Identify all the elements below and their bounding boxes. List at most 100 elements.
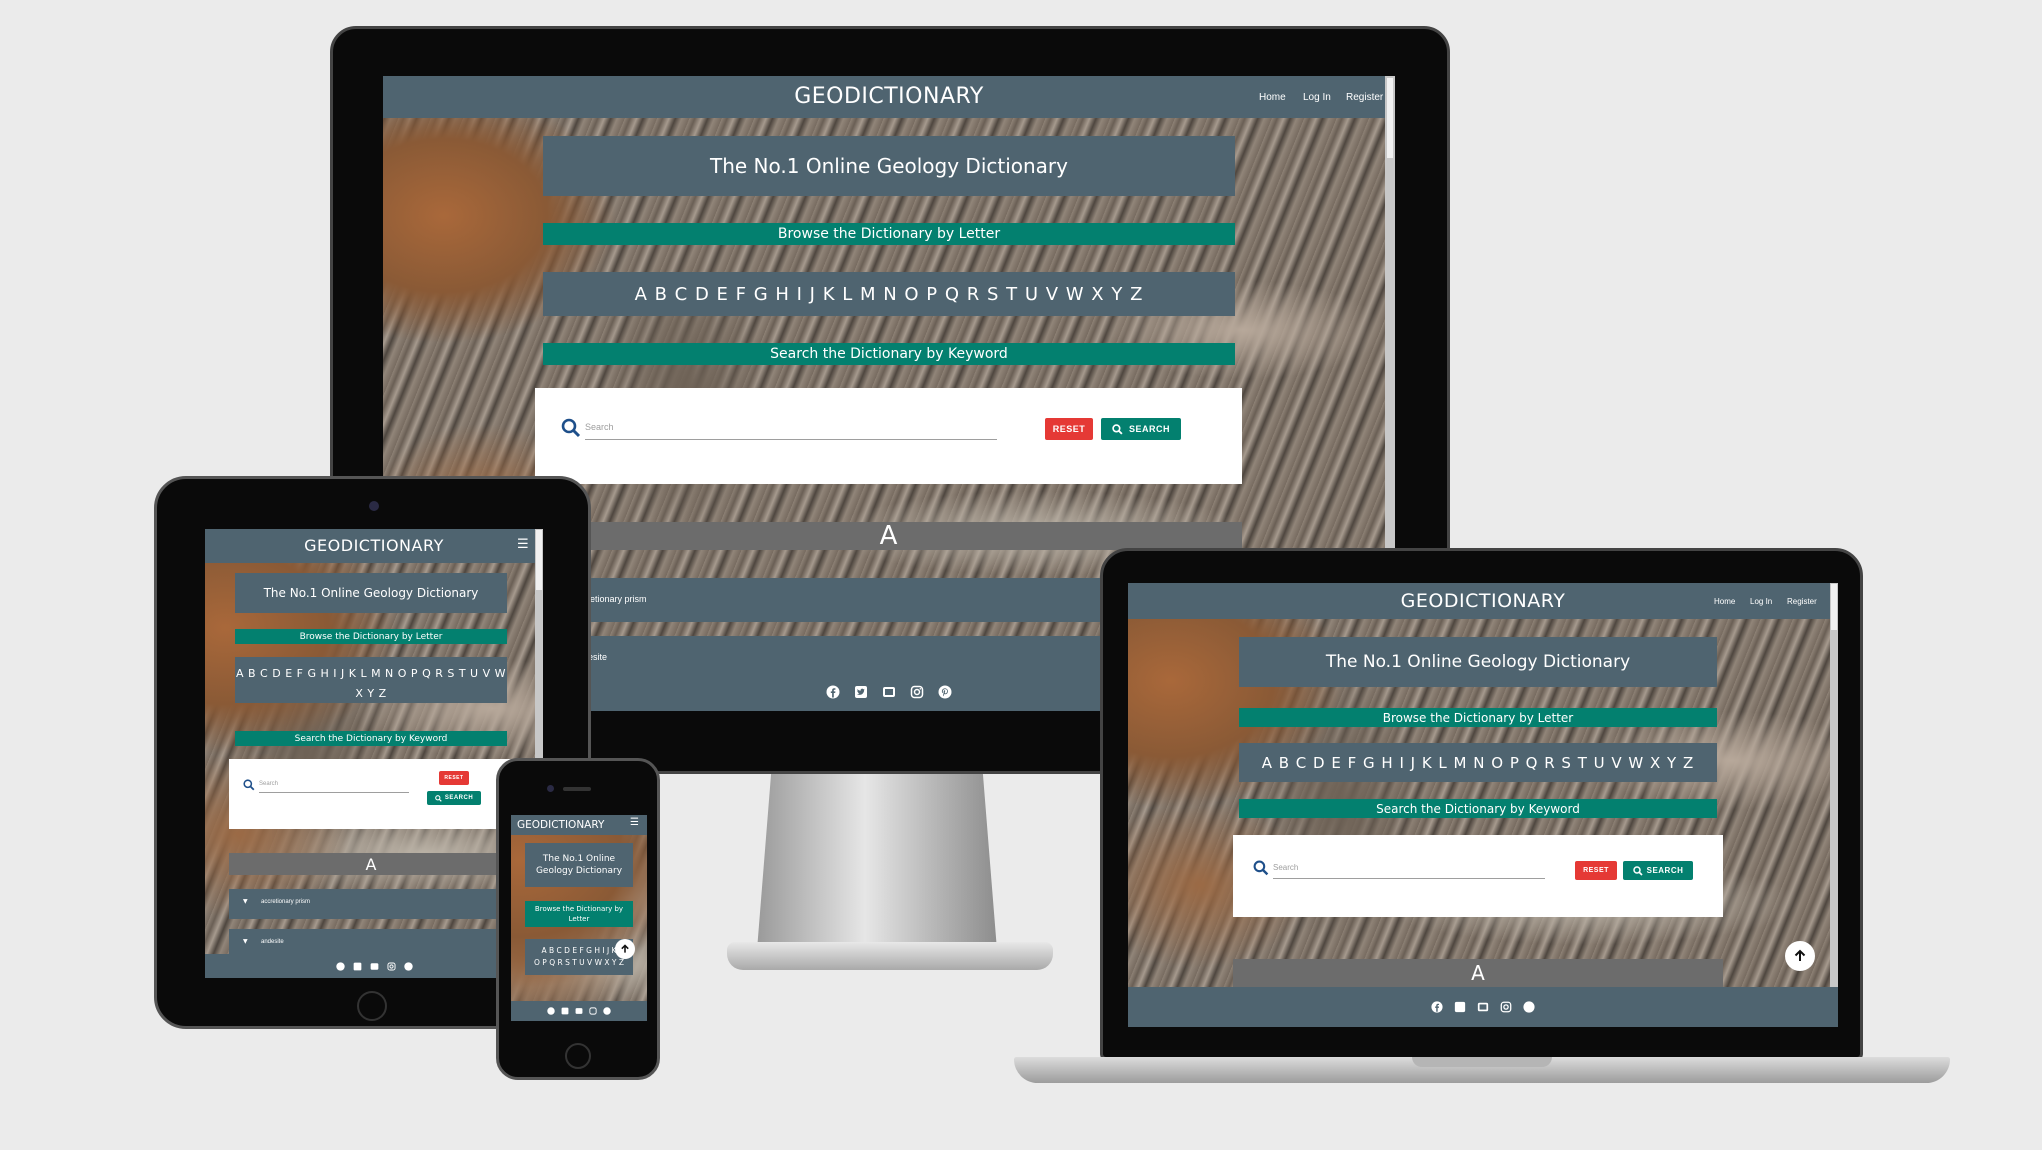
twitter-icon[interactable]: [854, 685, 868, 699]
arrow-up-icon: [1794, 949, 1806, 961]
search-icon: [561, 418, 581, 438]
back-to-top-button[interactable]: [615, 939, 635, 959]
letter-links[interactable]: A B C D E F G H I J K L M N O P Q R S T …: [1262, 754, 1695, 772]
section-letter-header: A: [535, 521, 1242, 551]
search-input[interactable]: Search: [1273, 863, 1545, 879]
hero-heading-panel: The No.1 Online Geology Dictionary: [1239, 637, 1717, 687]
section-letter-header: A: [1233, 959, 1723, 987]
pinterest-icon[interactable]: [603, 1007, 611, 1015]
social-footer: [205, 954, 543, 978]
scrollbar-thumb[interactable]: [536, 530, 542, 590]
instagram-icon[interactable]: [1500, 1001, 1512, 1013]
instagram-icon[interactable]: [386, 961, 396, 971]
reset-button[interactable]: RESET: [439, 771, 469, 785]
search-heading: Search the Dictionary by Keyword: [235, 731, 507, 746]
search-icon: [1632, 865, 1643, 876]
search-button[interactable]: SEARCH: [427, 791, 481, 805]
search-card: Search RESET SEARCH: [1233, 835, 1723, 917]
laptop-mockup: GEODICTIONARY Home Log In Register The N…: [1100, 548, 1863, 1060]
tablet-screen: GEODICTIONARY ☰ The No.1 Online Geology …: [205, 529, 543, 978]
facebook-icon[interactable]: [1431, 1001, 1443, 1013]
youtube-icon[interactable]: [1477, 1001, 1489, 1013]
laptop-screen: GEODICTIONARY Home Log In Register The N…: [1128, 583, 1838, 1027]
brand-logo[interactable]: GEODICTIONARY: [383, 84, 1395, 109]
scrollbar-thumb[interactable]: [1831, 584, 1837, 630]
twitter-icon[interactable]: [353, 962, 362, 971]
hero-heading-panel: The No.1 Online Geology Dictionary: [235, 573, 507, 613]
facebook-icon[interactable]: [547, 1007, 555, 1015]
facebook-icon[interactable]: [335, 961, 345, 971]
search-icon: [1253, 860, 1269, 876]
scrollbar-thumb[interactable]: [1387, 78, 1393, 158]
search-input[interactable]: Search: [259, 781, 409, 793]
search-icon: [435, 794, 442, 802]
term-label: andesite: [261, 939, 284, 945]
pinterest-icon[interactable]: [403, 961, 413, 971]
letter-links-panel: A B C D E F G H I J K L M N O P Q R S T …: [1239, 743, 1717, 782]
search-card: Search RESET SEARCH: [229, 759, 513, 829]
tablet-home-button[interactable]: [357, 991, 387, 1021]
back-to-top-button[interactable]: [1785, 941, 1815, 971]
browse-heading: Browse the Dictionary by Letter: [1239, 708, 1717, 727]
hero-heading-panel: The No.1 Online Geology Dictionary: [543, 136, 1235, 196]
term-row[interactable]: ▼ accretionary prism: [229, 889, 513, 919]
letter-links[interactable]: A B C D E F G H I J K L M N O P Q R S T …: [635, 284, 1144, 305]
monitor-stand-neck: [757, 770, 997, 950]
youtube-icon[interactable]: [370, 962, 379, 971]
twitter-icon[interactable]: [561, 1007, 569, 1015]
nav-register-link[interactable]: Register: [1787, 597, 1817, 606]
chevron-down-icon: ▼: [243, 898, 248, 905]
chevron-down-icon: ▼: [243, 938, 248, 945]
letter-links[interactable]: A B C D E F G H I J K L M N O P Q R S T …: [235, 664, 507, 684]
section-letter-header: A: [229, 853, 513, 875]
browse-heading: Browse the Dictionary by Letter: [543, 223, 1235, 245]
search-button[interactable]: SEARCH: [1101, 418, 1181, 440]
brand-logo[interactable]: GEODICTIONARY: [205, 536, 543, 555]
youtube-icon[interactable]: [882, 685, 896, 699]
twitter-icon[interactable]: [1454, 1001, 1466, 1013]
browse-heading: Browse the Dictionary by Letter: [525, 901, 633, 927]
nav-home-link[interactable]: Home: [1259, 92, 1286, 103]
laptop-base-notch: [1412, 1057, 1552, 1067]
letter-links[interactable]: X Y Z: [235, 684, 507, 704]
letter-links-panel: A B C D E F G H I J K L M N O P Q R S T …: [543, 272, 1235, 316]
brand-logo[interactable]: GEODICTIONARY: [517, 819, 604, 831]
hamburger-menu-icon[interactable]: ☰: [517, 537, 529, 552]
social-footer: [1128, 987, 1838, 1027]
search-input[interactable]: Search: [585, 422, 997, 440]
letter-links[interactable]: O P Q R S T U V W X Y Z: [525, 957, 633, 969]
nav-home-link[interactable]: Home: [1714, 597, 1735, 606]
hamburger-menu-icon[interactable]: ☰: [630, 817, 639, 828]
search-icon: [1112, 423, 1123, 435]
scrollbar[interactable]: [1830, 583, 1838, 1027]
pinterest-icon[interactable]: [1523, 1001, 1535, 1013]
reset-button[interactable]: RESET: [1575, 861, 1617, 880]
phone-speaker: [563, 787, 591, 791]
search-button[interactable]: SEARCH: [1623, 861, 1693, 880]
search-card: Search RESET SEARCH: [535, 388, 1242, 484]
hero-heading-panel: The No.1 Online Geology Dictionary: [525, 843, 633, 887]
search-icon: [243, 779, 255, 791]
youtube-icon[interactable]: [575, 1007, 583, 1015]
hero-heading: The No.1 Online Geology Dictionary: [709, 154, 1068, 178]
laptop-navbar: GEODICTIONARY Home Log In Register: [1128, 583, 1838, 619]
instagram-icon[interactable]: [910, 685, 924, 699]
letter-links-panel: A B C D E F G H I J K L M N O P Q R S T …: [235, 657, 507, 703]
monitor-stand-base: [727, 942, 1053, 970]
instagram-icon[interactable]: [589, 1007, 597, 1015]
pinterest-icon[interactable]: [938, 685, 952, 699]
desktop-navbar: GEODICTIONARY Home Log In Register: [383, 76, 1395, 118]
tablet-camera: [369, 501, 379, 511]
nav-register-link[interactable]: Register: [1346, 92, 1383, 103]
reset-button[interactable]: RESET: [1045, 418, 1093, 440]
phone-home-button[interactable]: [565, 1043, 591, 1069]
browse-heading: Browse the Dictionary by Letter: [235, 629, 507, 644]
nav-login-link[interactable]: Log In: [1303, 92, 1331, 103]
facebook-icon[interactable]: [826, 685, 840, 699]
nav-login-link[interactable]: Log In: [1750, 597, 1772, 606]
search-heading: Search the Dictionary by Keyword: [543, 343, 1235, 365]
term-label: accretionary prism: [261, 899, 311, 905]
phone-mockup: GEODICTIONARY ☰ The No.1 Online Geology …: [496, 758, 660, 1080]
phone-screen: GEODICTIONARY ☰ The No.1 Online Geology …: [511, 815, 647, 1021]
social-footer: [511, 1001, 647, 1021]
